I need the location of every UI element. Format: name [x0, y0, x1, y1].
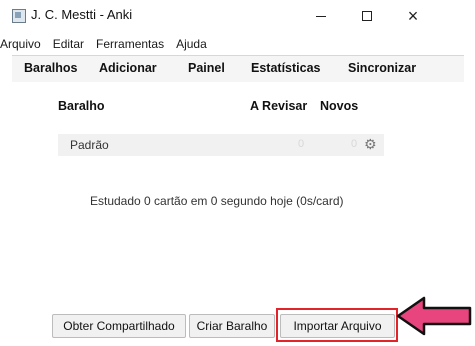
header-due: A Revisar — [250, 99, 308, 113]
maximize-button[interactable] — [344, 0, 390, 32]
window-title: J. C. Mestti - Anki — [31, 7, 133, 22]
minimize-icon — [316, 15, 326, 17]
import-highlight-box — [276, 308, 398, 342]
anki-app-icon — [12, 9, 26, 23]
create-deck-button[interactable]: Criar Baralho — [189, 314, 275, 338]
maximize-icon — [362, 11, 372, 21]
deck-new-count: 0 — [351, 138, 358, 150]
toolbar-decks[interactable]: Baralhos — [24, 61, 78, 75]
toolbar-sync[interactable]: Sincronizar — [348, 61, 416, 75]
menu-ajuda[interactable]: Ajuda — [176, 35, 207, 53]
toolbar-add[interactable]: Adicionar — [99, 61, 157, 75]
toolbar-stats[interactable]: Estatísticas — [251, 61, 320, 75]
title-bar: J. C. Mestti - Anki × — [0, 0, 475, 32]
header-deck: Baralho — [58, 99, 105, 113]
header-new: Novos — [320, 99, 359, 113]
close-button[interactable]: × — [390, 0, 436, 32]
studied-today-text: Estudado 0 cartão em 0 segundo hoje (0s/… — [90, 194, 344, 208]
deck-due-count: 0 — [298, 138, 305, 150]
deck-name[interactable]: Padrão — [70, 138, 109, 152]
close-icon: × — [407, 5, 419, 26]
menu-bar: Arquivo Editar Ferramentas Ajuda — [0, 35, 219, 53]
menu-ferramentas[interactable]: Ferramentas — [96, 35, 164, 53]
get-shared-button[interactable]: Obter Compartilhado — [52, 314, 186, 338]
pointer-arrow-icon — [396, 296, 472, 336]
minimize-button[interactable] — [298, 0, 344, 32]
menu-arquivo[interactable]: Arquivo — [0, 35, 41, 53]
menu-editar[interactable]: Editar — [53, 35, 84, 53]
deck-row[interactable]: Padrão 0 0 ⚙ — [58, 134, 384, 156]
main-toolbar: Baralhos Adicionar Painel Estatísticas S… — [12, 55, 464, 83]
toolbar-browse[interactable]: Painel — [188, 61, 225, 75]
gear-icon[interactable]: ⚙ — [364, 136, 377, 153]
